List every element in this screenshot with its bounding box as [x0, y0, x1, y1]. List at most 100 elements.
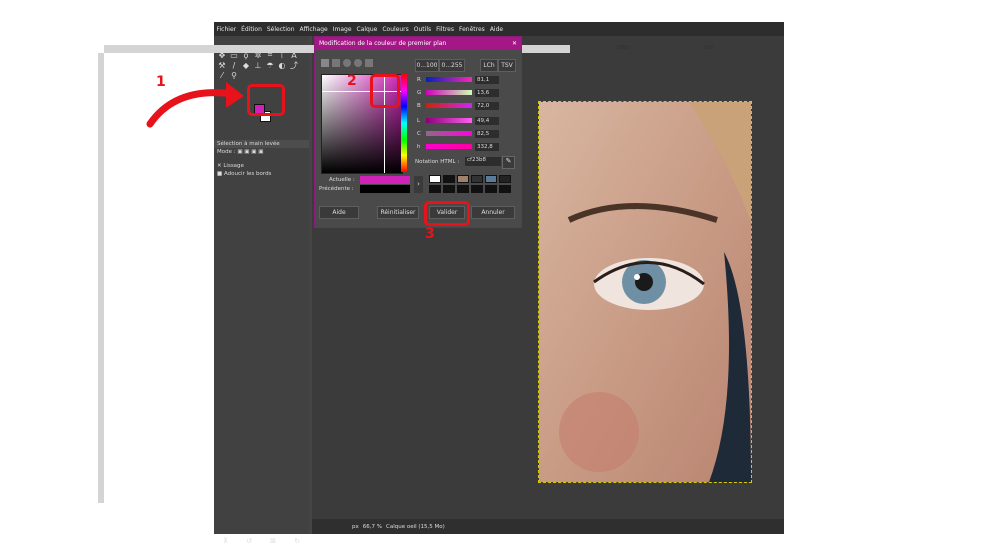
history-swatch[interactable] [499, 185, 511, 193]
dodge-icon[interactable]: ◐ [276, 60, 288, 70]
watercolor-selector-icon[interactable] [365, 59, 373, 67]
channel-b-slider[interactable] [426, 103, 472, 108]
antialias-label: Lissage [223, 163, 244, 169]
menu-couleurs[interactable]: Couleurs [380, 26, 411, 33]
dialog-titlebar[interactable]: Modification de la couleur de premier pl… [315, 37, 521, 50]
history-swatch[interactable] [429, 185, 441, 193]
channel-h[interactable]: h 332,8 [417, 142, 513, 151]
channel-g[interactable]: G 13,6 [417, 88, 513, 97]
tsv-button[interactable]: TSV [498, 59, 516, 72]
menu-selection[interactable]: Sélection [264, 26, 297, 33]
mode-subtract-icon[interactable]: ▣ [251, 149, 256, 155]
path-icon[interactable]: ⤴ [288, 60, 300, 70]
eraser-icon[interactable]: ◆ [240, 60, 252, 70]
channel-r-slider[interactable] [426, 77, 472, 82]
eyedropper-icon[interactable]: ✎ [502, 156, 515, 169]
gimp-selector-icon[interactable] [321, 59, 329, 67]
help-button[interactable]: Aide [319, 206, 359, 219]
tool-options: Sélection à main levée Mode : ▣ ▣ ▣ ▣ ✕ … [214, 140, 309, 178]
channel-l-value[interactable]: 49,4 [475, 116, 499, 125]
checkbox-icon[interactable]: ■ [217, 171, 222, 177]
paintbrush-icon[interactable]: / [228, 60, 240, 70]
html-notation-label: Notation HTML : [415, 159, 460, 165]
history-swatch[interactable] [457, 175, 469, 183]
channel-g-value[interactable]: 13,6 [475, 88, 499, 97]
checkbox-icon[interactable]: ✕ [217, 163, 222, 169]
history-swatch[interactable] [499, 175, 511, 183]
channel-g-label: G [417, 89, 422, 96]
cmyk-selector-icon[interactable] [332, 59, 340, 67]
picker-tabs [321, 59, 373, 67]
menu-fenetres[interactable]: Fenêtres [456, 26, 487, 33]
history-swatch[interactable] [485, 175, 497, 183]
delete-icon[interactable]: ⊠ [270, 537, 276, 545]
lch-button[interactable]: LCh [480, 59, 498, 72]
wheel-selector-icon[interactable] [343, 59, 351, 67]
mode-label: Mode : [217, 149, 236, 155]
html-notation-input[interactable]: cf23b8 [465, 157, 501, 166]
mode-row: Mode : ▣ ▣ ▣ ▣ [214, 148, 309, 156]
history-swatch[interactable] [471, 175, 483, 183]
zoom-select[interactable]: 66,7 % [363, 524, 382, 530]
channel-h-value[interactable]: 332,8 [475, 142, 499, 151]
feather-row[interactable]: ■ Adoucir les bords [214, 170, 309, 178]
menu-calque[interactable]: Calque [354, 26, 380, 33]
mode-intersect-icon[interactable]: ▣ [258, 149, 263, 155]
history-swatch[interactable] [457, 185, 469, 193]
menu-image[interactable]: Image [330, 26, 354, 33]
highlight-box-picker [370, 74, 400, 108]
history-swatch[interactable] [485, 185, 497, 193]
range-0-100-button[interactable]: 0...100 [415, 59, 439, 72]
previous-color-swatch [360, 185, 410, 193]
mode-replace-icon[interactable]: ▣ [237, 149, 242, 155]
channel-b-value[interactable]: 72,0 [475, 101, 499, 110]
highlight-box-validate [424, 201, 470, 226]
clone-icon[interactable]: ⊥ [252, 60, 264, 70]
cancel-button[interactable]: Annuler [471, 206, 515, 219]
history-swatch[interactable] [443, 185, 455, 193]
smudge-icon[interactable]: ☂ [264, 60, 276, 70]
history-arrow-button[interactable]: › [414, 176, 423, 193]
menu-affichage[interactable]: Affichage [297, 26, 330, 33]
dialog-title: Modification de la couleur de premier pl… [319, 40, 447, 47]
mode-add-icon[interactable]: ▣ [244, 149, 249, 155]
channel-c[interactable]: C 82,5 [417, 129, 513, 138]
red-arrow-icon [146, 82, 244, 128]
channel-c-value[interactable]: 82,5 [475, 129, 499, 138]
current-label: Actuelle : [329, 177, 355, 183]
channel-h-slider[interactable] [426, 144, 472, 149]
annotation-number-3: 3 [425, 226, 435, 242]
channel-g-slider[interactable] [426, 90, 472, 95]
channel-l-slider[interactable] [426, 118, 472, 123]
reset-icon[interactable]: ↻ [294, 537, 300, 545]
save-options-icon[interactable]: ⊼ [223, 537, 228, 545]
reset-button[interactable]: Réinitialiser [377, 206, 419, 219]
menu-aide[interactable]: Aide [487, 26, 505, 33]
history-swatch[interactable] [443, 175, 455, 183]
ruler-label-250-b: 250 [620, 45, 630, 51]
bucket-fill-icon[interactable]: ⚒ [216, 60, 228, 70]
menu-fichier[interactable]: Fichier [214, 26, 239, 33]
menu-outils[interactable]: Outils [411, 26, 433, 33]
menubar: Fichier Édition Sélection Affichage Imag… [214, 22, 784, 36]
hue-slider[interactable] [401, 74, 407, 172]
menu-edition[interactable]: Édition [239, 26, 265, 33]
restore-icon[interactable]: ↺ [246, 537, 252, 545]
ruler-label-500: 500 [704, 45, 714, 51]
range-0-255-button[interactable]: 0...255 [439, 59, 465, 72]
channel-r[interactable]: R 81,1 [417, 75, 513, 84]
canvas-image[interactable] [538, 101, 752, 483]
history-swatch[interactable] [429, 175, 441, 183]
history-swatch[interactable] [471, 185, 483, 193]
triangle-selector-icon[interactable] [354, 59, 362, 67]
menu-filtres[interactable]: Filtres [434, 26, 457, 33]
close-icon[interactable]: ✕ [508, 40, 521, 47]
channel-r-value[interactable]: 81,1 [475, 75, 499, 84]
channel-c-slider[interactable] [426, 131, 472, 136]
channel-b[interactable]: B 72,0 [417, 101, 513, 110]
previous-label: Précédente : [319, 186, 354, 192]
channel-l[interactable]: L 49,4 [417, 116, 513, 125]
antialias-row[interactable]: ✕ Lissage [214, 162, 309, 170]
unit-select[interactable]: px [352, 524, 359, 530]
vertical-ruler [98, 53, 104, 503]
